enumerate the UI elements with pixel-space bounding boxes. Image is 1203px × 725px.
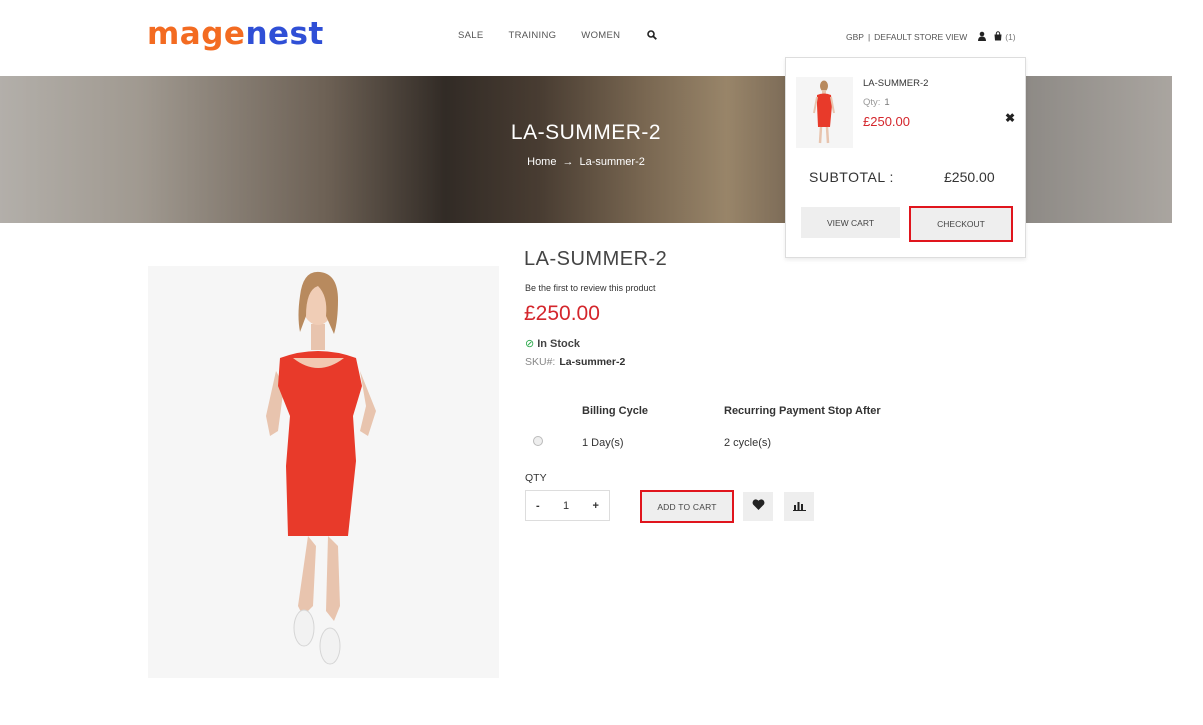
review-link[interactable]: Be the first to review this product [525, 283, 656, 293]
cart-icon[interactable] [993, 31, 1003, 43]
breadcrumb-home[interactable]: Home [527, 156, 556, 168]
banner-title: LA-SUMMER-2 [510, 121, 662, 144]
sku-label: SKU#: [525, 356, 556, 368]
currency-switcher[interactable]: GBP [846, 32, 864, 42]
product-title: LA-SUMMER-2 [524, 248, 668, 270]
nav-training[interactable]: TRAINING [509, 30, 557, 43]
product-price: £250.00 [524, 302, 600, 325]
sku: SKU#: La-summer-2 [525, 356, 625, 368]
site-logo[interactable]: magenest [147, 16, 324, 52]
billing-option-radio[interactable] [533, 436, 543, 446]
minicart-item-qty: Qty: 1 [863, 97, 890, 108]
nav-sale[interactable]: SALE [458, 30, 484, 43]
view-cart-button[interactable]: VIEW CART [801, 207, 900, 238]
logo-text-mage: mage [147, 16, 246, 52]
recurring-value: 2 cycle(s) [724, 437, 772, 449]
logo-text-nest: nest [245, 16, 324, 52]
check-circle-icon: ⊘ [525, 338, 535, 350]
sku-value: La-summer-2 [559, 356, 626, 368]
qty-increase-button[interactable]: + [593, 500, 599, 512]
header-top-right: GBP | DEFAULT STORE VIEW (1) [846, 31, 1016, 43]
minicart-item-name[interactable]: LA-SUMMER-2 [863, 78, 928, 89]
qty-label: QTY [525, 472, 547, 484]
breadcrumb-arrow-icon: → [562, 156, 574, 168]
minicart-qty-label: Qty: [863, 97, 881, 108]
qty-decrease-button[interactable]: - [536, 500, 540, 512]
qty-input[interactable]: 1 [563, 500, 569, 512]
add-to-cart-button[interactable]: ADD TO CART [640, 490, 734, 523]
checkout-button[interactable]: CHECKOUT [909, 206, 1013, 242]
separator: | [867, 32, 871, 42]
store-switcher[interactable]: DEFAULT STORE VIEW [874, 32, 967, 42]
billing-cycle-header: Billing Cycle [582, 405, 649, 417]
product-image[interactable] [148, 266, 499, 678]
cart-count[interactable]: (1) [1005, 32, 1015, 42]
account-icon[interactable] [977, 31, 987, 43]
billing-cycle-value: 1 Day(s) [582, 437, 624, 449]
nav-women[interactable]: WOMEN [581, 30, 620, 43]
stock-text: In Stock [537, 338, 581, 350]
compare-button[interactable] [784, 492, 814, 521]
search-icon[interactable] [647, 30, 658, 43]
minicart-qty-value[interactable]: 1 [884, 97, 889, 108]
recurring-header: Recurring Payment Stop After [724, 405, 881, 417]
wishlist-button[interactable] [743, 492, 773, 521]
main-nav: SALE TRAINING WOMEN [458, 30, 682, 43]
subtotal-label: SUBTOTAL : [809, 169, 894, 185]
breadcrumb: Home → La-summer-2 [0, 156, 1172, 168]
bar-chart-icon [792, 498, 806, 516]
heart-icon [752, 499, 765, 514]
subtotal-value: £250.00 [944, 169, 995, 185]
breadcrumb-current: La-summer-2 [579, 156, 645, 168]
stock-status: ⊘ In Stock [525, 337, 580, 350]
quantity-stepper: - 1 + [525, 490, 610, 521]
